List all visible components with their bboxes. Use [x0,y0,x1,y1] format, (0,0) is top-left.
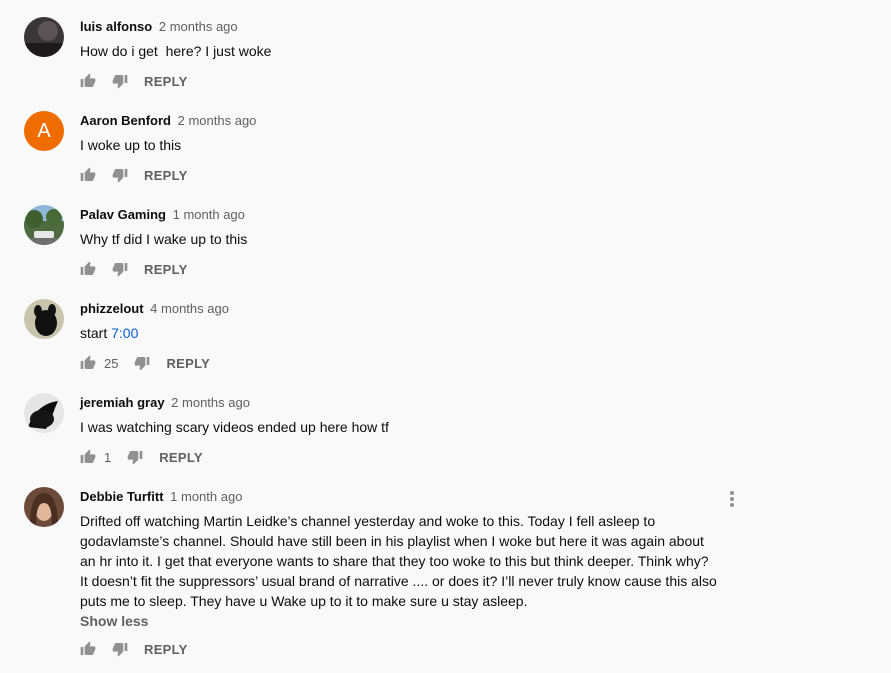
comment-actions: 1 REPLY [80,445,203,469]
avatar-image [24,205,64,245]
reply-button[interactable]: REPLY [166,356,210,371]
comment-time[interactable]: 2 months ago [171,395,250,410]
comment-actions: REPLY [80,637,188,661]
comment-time[interactable]: 4 months ago [150,301,229,316]
comment-time[interactable]: 2 months ago [159,19,238,34]
comment-text-prefix: start [80,325,112,341]
author-name[interactable]: Debbie Turfitt [80,489,164,504]
thumb-up-icon[interactable] [80,167,96,183]
reply-button[interactable]: REPLY [144,168,188,183]
avatar[interactable] [24,17,64,57]
author-name[interactable]: jeremiah gray [80,395,165,410]
author-name[interactable]: phizzelout [80,301,144,316]
author-name[interactable]: luis alfonso [80,19,152,34]
comment-text: I was watching scary videos ended up her… [80,419,389,435]
comment-header: Aaron Benford 2 months ago [80,112,256,130]
thumb-up-icon[interactable] [80,355,96,371]
like-count: 1 [104,449,112,465]
author-name[interactable]: Aaron Benford [80,113,171,128]
thumb-down-icon[interactable] [134,355,150,371]
avatar[interactable] [24,487,64,527]
reply-button[interactable]: REPLY [144,262,188,277]
avatar[interactable] [24,205,64,245]
thumb-up-icon[interactable] [80,73,96,89]
comment-time[interactable]: 1 month ago [173,207,245,222]
timestamp-link[interactable]: 7:00 [111,325,138,341]
avatar[interactable]: A [24,111,64,151]
thumb-down-icon[interactable] [112,641,128,657]
comment-text: start 7:00 [80,323,138,343]
comment-time[interactable]: 1 month ago [170,489,242,504]
comment-text: Why tf did I wake up to this [80,231,248,247]
reply-button[interactable]: REPLY [144,74,188,89]
comment-actions: 25 REPLY [80,351,210,375]
avatar-image [24,299,64,339]
reply-button[interactable]: REPLY [144,642,188,657]
thumb-up-icon[interactable] [80,261,96,277]
avatar-image [24,17,64,57]
author-name[interactable]: Palav Gaming [80,207,166,222]
thumb-down-icon[interactable] [127,449,143,465]
comment-time[interactable]: 2 months ago [178,113,257,128]
comment-header: Palav Gaming 1 month ago [80,206,245,224]
comment-header: Debbie Turfitt 1 month ago [80,488,242,506]
comment-actions: REPLY [80,69,188,93]
avatar[interactable] [24,393,64,433]
comment-text: How do i get here? I just woke [80,43,272,59]
thumb-up-icon[interactable] [80,449,96,465]
comment-text: Drifted off watching Martin Leidke’s cha… [80,513,717,609]
show-less-link[interactable]: Show less [80,613,148,629]
avatar[interactable] [24,299,64,339]
like-count: 25 [104,355,119,371]
comment-actions: REPLY [80,257,188,281]
comment-text: I woke up to this [80,137,182,153]
thumb-down-icon[interactable] [112,167,128,183]
thumb-up-icon[interactable] [80,641,96,657]
comment-header: luis alfonso 2 months ago [80,18,238,36]
comment-actions: REPLY [80,163,188,187]
comment-header: jeremiah gray 2 months ago [80,394,250,412]
more-vert-icon[interactable] [724,487,740,511]
avatar-image [24,487,64,527]
avatar-image [24,393,64,433]
thumb-down-icon[interactable] [112,261,128,277]
comment-header: phizzelout 4 months ago [80,300,229,318]
thumb-down-icon[interactable] [112,73,128,89]
reply-button[interactable]: REPLY [159,450,203,465]
